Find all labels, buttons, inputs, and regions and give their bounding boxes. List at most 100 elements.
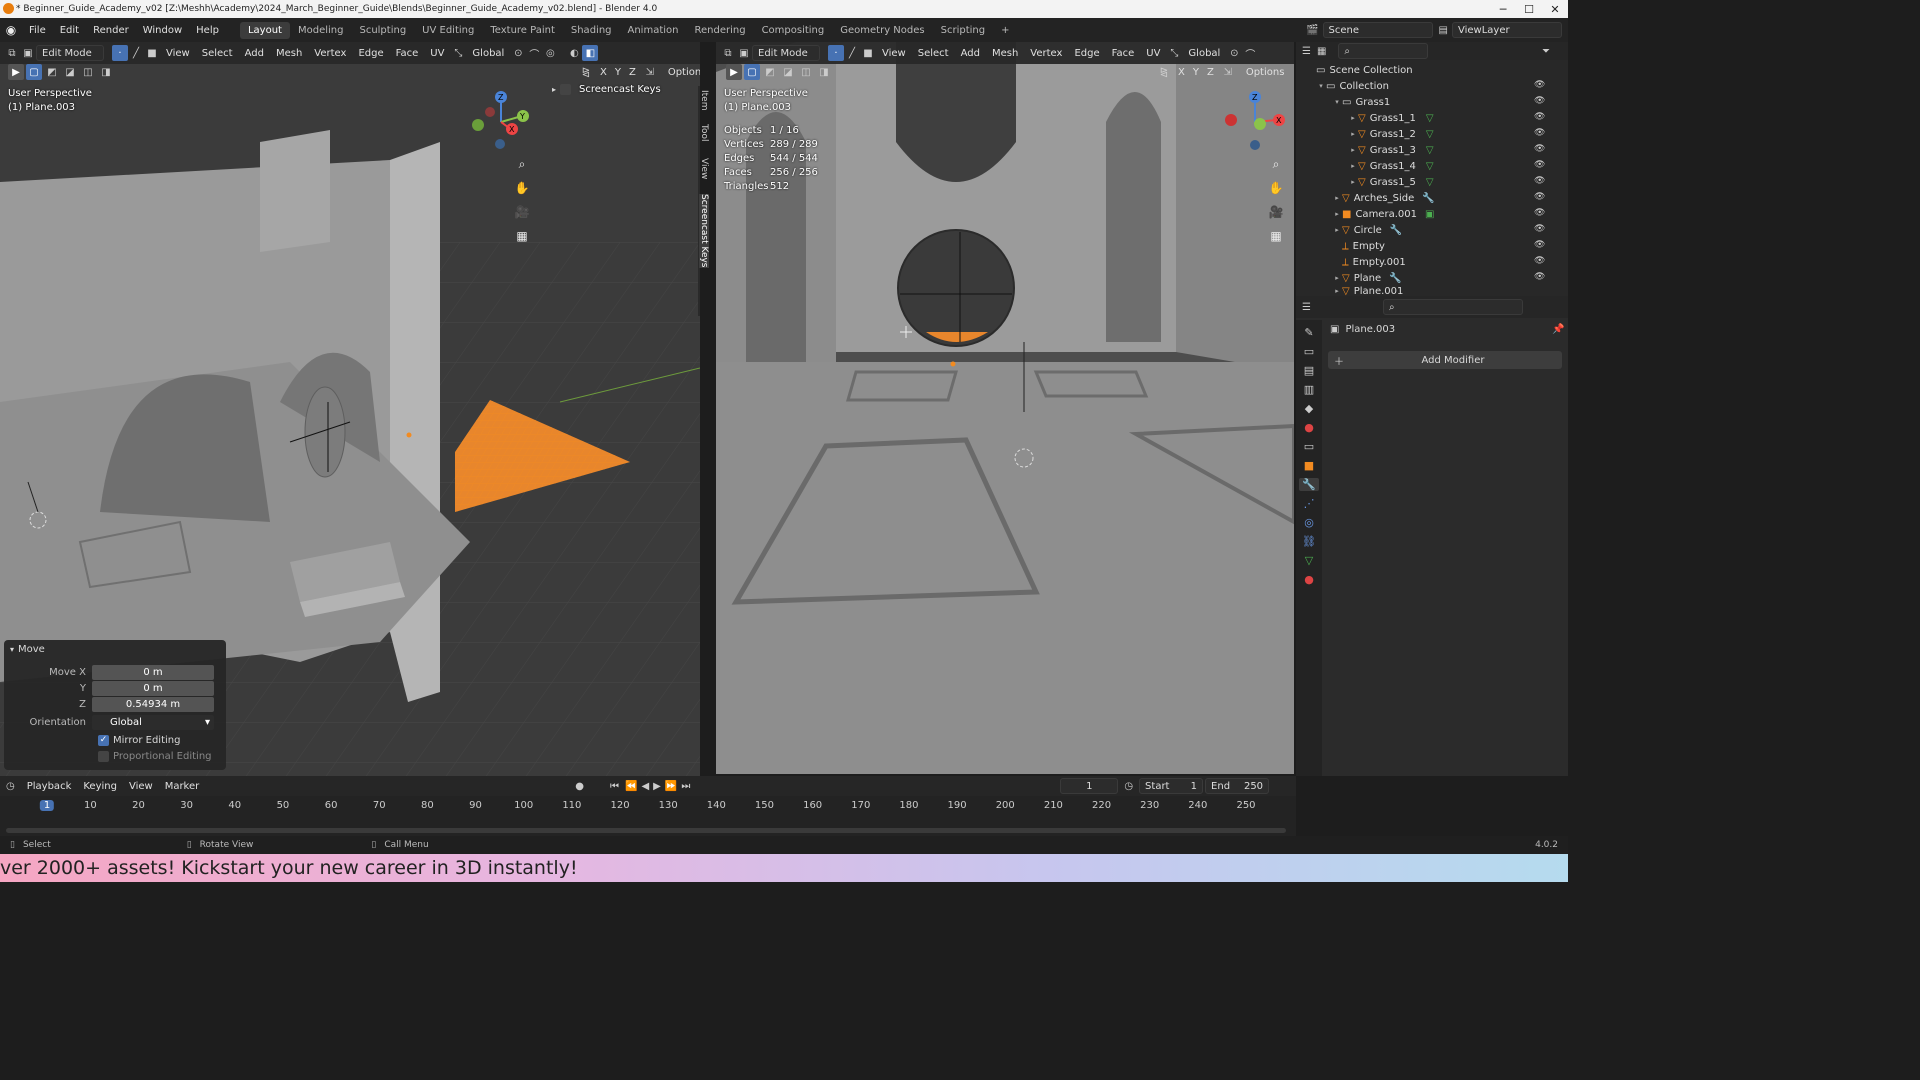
world-tab-icon[interactable]: ● — [1304, 421, 1314, 434]
camera-view-icon[interactable]: 🎥 — [1266, 202, 1286, 222]
tab-texture-paint[interactable]: Texture Paint — [482, 22, 563, 39]
orientation-selector[interactable]: Global — [1182, 48, 1226, 59]
tab-item[interactable]: Item — [699, 90, 709, 111]
mirror-y[interactable]: Y — [1191, 67, 1201, 78]
end-frame-field[interactable]: End 250 — [1205, 778, 1270, 794]
pivot-icon[interactable]: ⊙ — [510, 45, 526, 61]
jump-start-icon[interactable]: ⏮ — [610, 781, 619, 792]
mirror-x[interactable]: X — [1176, 67, 1187, 78]
outliner-row[interactable]: ▸ ▽ Grass1_5 ▽ — [1296, 174, 1568, 190]
chevron-right-icon[interactable]: ▸ — [552, 85, 556, 94]
tab-modeling[interactable]: Modeling — [290, 22, 352, 39]
outliner-row[interactable]: ▸ ▽ Plane 🔧 — [1296, 270, 1568, 286]
pivot-icon[interactable]: ⊙ — [1226, 45, 1242, 61]
tab-layout[interactable]: Layout — [239, 21, 290, 39]
render-tab-icon[interactable]: ▭ — [1304, 345, 1314, 358]
outliner-row[interactable]: ▸ ▽ Arches_Side 🔧 — [1296, 190, 1568, 206]
navigation-gizmo[interactable]: Z X — [1224, 90, 1294, 160]
xray-icon[interactable]: ◧ — [582, 45, 599, 61]
pan-hand-icon[interactable]: ✋ — [512, 178, 532, 198]
collection-tab-icon[interactable]: ▭ — [1304, 440, 1314, 453]
outliner-row[interactable]: ▸ ▽ Grass1_4 ▽ — [1296, 158, 1568, 174]
outliner-row[interactable]: ⟂ Empty — [1296, 238, 1568, 254]
menu-help[interactable]: Help — [189, 25, 226, 36]
promo-banner[interactable]: ver 2000+ assets! Kickstart your new car… — [0, 854, 1568, 882]
menu-uv[interactable]: UV — [1140, 48, 1166, 59]
mirror-x[interactable]: X — [598, 67, 609, 78]
menu-view[interactable]: View — [123, 781, 159, 792]
mode-selector[interactable]: Edit Mode — [36, 45, 104, 61]
editor-type-icon[interactable]: ⧉ — [720, 45, 736, 61]
proportional-edit-icon[interactable]: ◎ — [542, 45, 558, 61]
vertex-select-icon[interactable]: · — [112, 45, 128, 61]
visibility-eye-icon[interactable]: 👁 — [1534, 256, 1545, 266]
scene-tab-icon[interactable]: ◆ — [1305, 402, 1313, 415]
start-frame-field[interactable]: Start 1 — [1139, 778, 1204, 794]
next-key-icon[interactable]: ⏩ — [665, 781, 677, 792]
visibility-eye-icon[interactable]: 👁 — [1534, 80, 1545, 90]
menu-window[interactable]: Window — [136, 25, 189, 36]
visibility-eye-icon[interactable]: 👁 — [1534, 272, 1545, 282]
constraints-tab-icon[interactable]: ⛓ — [1302, 535, 1316, 548]
select-subtract-icon[interactable]: ◪ — [780, 64, 796, 80]
outliner-search[interactable]: ⌕ — [1338, 43, 1429, 59]
outliner-row[interactable]: ⟂ Empty.001 — [1296, 254, 1568, 270]
select-tool-icon[interactable]: ▶ — [726, 64, 742, 80]
visibility-eye-icon[interactable]: 👁 — [1534, 144, 1545, 154]
options-dropdown[interactable]: Options — [662, 67, 700, 78]
menu-view[interactable]: View — [160, 48, 196, 59]
view-layer-icon[interactable]: ▤ — [1439, 25, 1448, 36]
blender-menu-icon[interactable]: ◉ — [0, 23, 22, 37]
menu-face[interactable]: Face — [390, 48, 425, 59]
menu-select[interactable]: Select — [912, 48, 955, 59]
tab-animation[interactable]: Animation — [620, 22, 687, 39]
timeline-ruler[interactable]: 1 10 20 30 40 50 60 70 80 90 100 110 120 130 140 150 160… — [0, 796, 1296, 816]
mirror-z[interactable]: Z — [1205, 67, 1216, 78]
select-invert-icon[interactable]: ◫ — [798, 64, 814, 80]
zoom-icon[interactable]: ⌕ — [512, 154, 532, 174]
material-tab-icon[interactable]: ● — [1304, 573, 1314, 586]
particles-tab-icon[interactable]: ⋰ — [1304, 497, 1315, 510]
menu-vertex[interactable]: Vertex — [1024, 48, 1068, 59]
play-reverse-icon[interactable]: ◀ — [641, 781, 649, 792]
menu-edge[interactable]: Edge — [1068, 48, 1105, 59]
ortho-grid-icon[interactable]: ▦ — [512, 226, 532, 246]
properties-search[interactable]: ⌕ — [1382, 299, 1523, 315]
orientation-dropdown[interactable]: Global ▾ — [92, 714, 214, 730]
visibility-eye-icon[interactable]: 👁 — [1534, 192, 1545, 202]
chevron-down-icon[interactable]: ▾ — [10, 645, 14, 654]
filter-icon[interactable]: ⏷ — [1542, 46, 1550, 57]
tab-scripting[interactable]: Scripting — [933, 22, 993, 39]
editor-type-icon[interactable]: ⧉ — [4, 45, 20, 61]
zoom-icon[interactable]: ⌕ — [1266, 154, 1286, 174]
menu-file[interactable]: File — [22, 25, 53, 36]
tab-tool[interactable]: Tool — [699, 124, 709, 141]
select-extend-icon[interactable]: ◩ — [762, 64, 778, 80]
tab-screencast-keys[interactable]: Screencast Keys — [699, 194, 709, 268]
navigation-gizmo[interactable]: Z Y X — [470, 90, 540, 160]
viewport-right[interactable]: ⧉ ▣ Edit Mode · ╱ ■ View Select Add Mesh… — [716, 42, 1294, 774]
clock-icon[interactable]: ◷ — [1124, 781, 1133, 792]
vertex-select-icon[interactable]: · — [828, 45, 844, 61]
pin-icon[interactable]: 📌 — [1552, 324, 1564, 335]
visibility-eye-icon[interactable]: 👁 — [1534, 224, 1545, 234]
physics-tab-icon[interactable]: ◎ — [1304, 516, 1314, 529]
close-button[interactable]: ✕ — [1542, 3, 1568, 16]
display-mode-icon[interactable]: ▦ — [1317, 46, 1326, 57]
pan-hand-icon[interactable]: ✋ — [1266, 178, 1286, 198]
move-x-field[interactable]: 0 m — [92, 664, 214, 680]
outliner-scene-collection[interactable]: ▭ Scene Collection — [1296, 62, 1568, 78]
menu-edit[interactable]: Edit — [53, 25, 86, 36]
minimize-button[interactable]: ─ — [1490, 3, 1516, 16]
scene-selector[interactable]: Scene — [1322, 22, 1433, 38]
move-z-field[interactable]: 0.54934 m — [92, 696, 214, 712]
menu-playback[interactable]: Playback — [21, 781, 78, 792]
view-layer-selector[interactable]: ViewLayer — [1452, 22, 1562, 38]
snap-icon[interactable]: ⌒ — [1242, 45, 1258, 61]
snap-icon[interactable]: ⌒ — [526, 45, 542, 61]
outliner-row[interactable]: ▸ ■ Camera.001 ▣ — [1296, 206, 1568, 222]
ortho-grid-icon[interactable]: ▦ — [1266, 226, 1286, 246]
outliner-row[interactable]: ▸ ▽ Grass1_1 ▽ — [1296, 110, 1568, 126]
timeline-editor-icon[interactable]: ◷ — [6, 781, 15, 792]
visibility-eye-icon[interactable]: 👁 — [1534, 176, 1545, 186]
